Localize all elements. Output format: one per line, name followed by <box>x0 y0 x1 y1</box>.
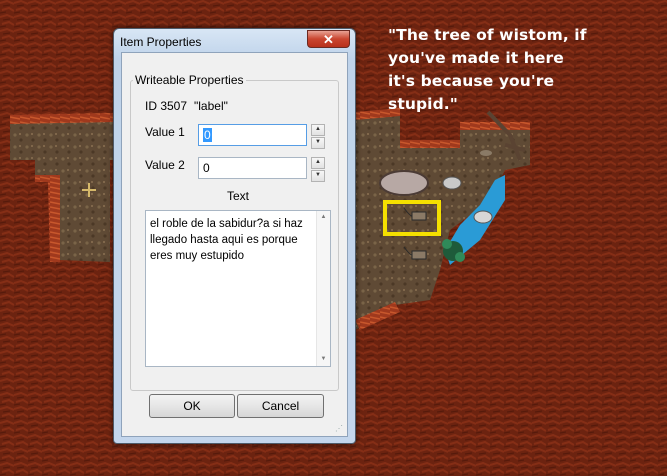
ok-button[interactable]: OK <box>149 394 235 418</box>
id-value: "label" <box>194 99 228 113</box>
value2-input[interactable]: 0 <box>198 157 307 179</box>
value2-label: Value 2 <box>145 158 185 172</box>
dialog-title: Item Properties <box>120 35 202 49</box>
value1-label: Value 1 <box>145 125 185 139</box>
close-button[interactable]: ✕ <box>307 30 350 48</box>
id-label: ID 3507 <box>145 99 188 113</box>
cancel-button[interactable]: Cancel <box>237 394 324 418</box>
value1-input[interactable]: 0 <box>198 124 307 146</box>
value1-spinner[interactable]: ▲ ▼ <box>311 124 325 149</box>
spin-down-icon[interactable]: ▼ <box>311 170 325 182</box>
spin-up-icon[interactable]: ▲ <box>311 157 325 169</box>
spin-down-icon[interactable]: ▼ <box>311 137 325 149</box>
annotation-text: "The tree of wistom, if you've made it h… <box>388 26 587 113</box>
resize-grip-icon[interactable]: ⋰ <box>335 424 345 434</box>
text-area[interactable]: el roble de la sabidur?a si haz llegado … <box>145 210 331 367</box>
spin-up-icon[interactable]: ▲ <box>311 124 325 136</box>
boulder <box>379 170 429 196</box>
scroll-down-icon[interactable]: ▼ <box>317 353 330 366</box>
dialog-client-area: Writeable Properties ID 3507 "label" Val… <box>121 52 348 437</box>
value2-spinner[interactable]: ▲ ▼ <box>311 157 325 182</box>
text-label: Text <box>227 189 250 203</box>
value2-text: 0 <box>203 161 210 175</box>
close-icon: ✕ <box>323 32 334 47</box>
value1-text: 0 <box>203 128 212 142</box>
item-properties-dialog: Item Properties ✕ Writeable Properties I… <box>113 28 356 444</box>
group-title: Writeable Properties <box>133 73 246 87</box>
text-area-scrollbar[interactable]: ▲ ▼ <box>316 211 330 366</box>
text-area-content: el roble de la sabidur?a si haz llegado … <box>150 218 303 262</box>
scroll-up-icon[interactable]: ▲ <box>317 211 330 224</box>
highlight-box <box>383 200 441 236</box>
